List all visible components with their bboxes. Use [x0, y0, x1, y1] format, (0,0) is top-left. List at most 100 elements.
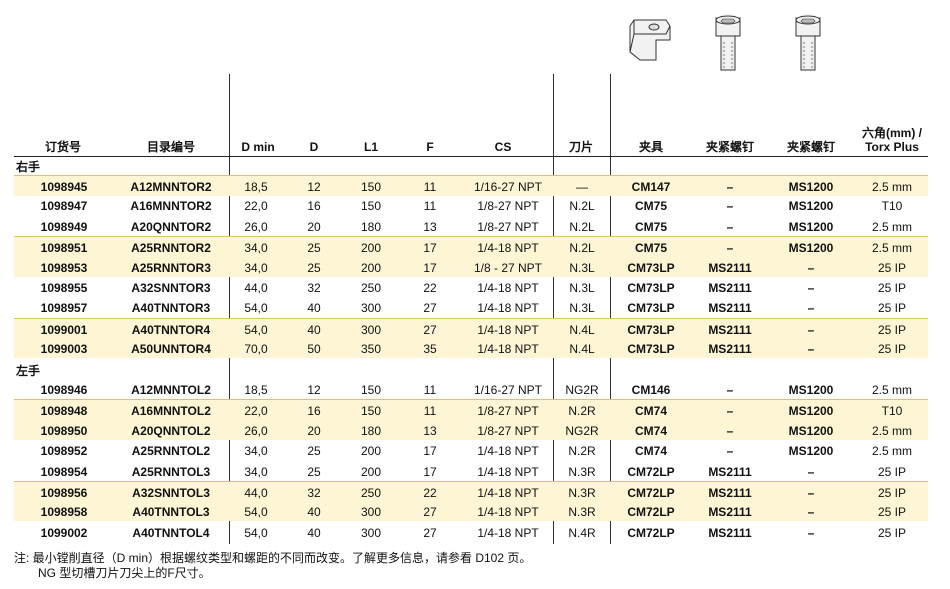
cell-dmin: 26,0: [244, 219, 268, 234]
cell-hex-torx: 2.5 mm: [871, 241, 912, 256]
cell-dmin: 34,0: [244, 444, 268, 459]
cell-insert: N.3L: [569, 281, 595, 295]
cell-clamp: CM73LP: [627, 322, 675, 337]
cell-clamp: CM75: [634, 199, 667, 214]
cell-f: 22: [423, 281, 437, 295]
cell-d: 16: [307, 404, 321, 419]
table-row: 1098947 A16MNNTOR2 22,0 16 150 11 1/8-27 NPT N.…: [14, 195, 928, 215]
cell-f: 27: [423, 301, 437, 316]
footnote-line-2: NG 型切槽刀片刀尖上的F尺寸。: [38, 566, 211, 580]
cell-clamp: CM72LP: [627, 525, 675, 540]
cell-clamp-screw: MS2111: [708, 464, 752, 479]
cell-cs: 1/4-18 NPT: [477, 301, 539, 316]
cell-order-no: 1098951: [40, 241, 88, 256]
cell-d: 12: [307, 383, 321, 397]
cell-clamp-screw: –: [726, 241, 734, 256]
cell-cs: 1/8-27 NPT: [477, 404, 539, 419]
cell-l1: 300: [360, 322, 382, 337]
table-row: 1098951 A25RNNTOR2 34,0 25 200 17 1/4-18 NPT N.…: [14, 236, 928, 258]
cell-clamp-screw-2: –: [807, 464, 815, 479]
cell-dmin: 54,0: [244, 505, 268, 520]
clamp-screw-icon: [795, 15, 821, 71]
cell-l1: 200: [360, 260, 382, 275]
cell-clamp-screw: MS2111: [708, 486, 752, 500]
cell-catalog-no: A25RNNTOR2: [131, 241, 211, 256]
cell-insert: NG2R: [565, 423, 599, 438]
header-l1: L1: [363, 140, 378, 154]
cell-cs: 1/4-18 NPT: [477, 444, 539, 459]
cell-hex-torx: 25 IP: [877, 260, 907, 275]
cell-clamp: CM72LP: [627, 486, 675, 500]
cell-catalog-no: A40TNNTOL4: [132, 525, 210, 540]
cell-l1: 200: [360, 241, 382, 256]
table-row: 1098958 A40TNNTOL3 54,0 40 300 27 1/4-18 NPT N.…: [14, 501, 928, 522]
header-order-no: 订货号: [44, 140, 81, 154]
cell-hex-torx: 2.5 mm: [871, 219, 912, 234]
cell-l1: 180: [360, 219, 382, 234]
cell-clamp-screw-2: MS1200: [788, 404, 834, 419]
cell-clamp-screw-2: MS1200: [788, 383, 834, 397]
cell-clamp-screw-2: –: [807, 322, 815, 337]
cell-order-no: 1098947: [40, 199, 88, 214]
cell-dmin: 34,0: [244, 260, 268, 275]
cell-order-no: 1098946: [40, 383, 88, 397]
cell-clamp-screw-2: –: [807, 281, 815, 295]
cell-insert: N.2L: [569, 241, 595, 256]
cell-hex-torx: 25 IP: [877, 322, 907, 337]
cell-d: 12: [307, 180, 321, 194]
table-row: 1098955 A32SNNTOR3 44,0 32 250 22 1/4-18 NPT N.…: [14, 277, 928, 297]
cell-clamp: CM147: [631, 180, 671, 194]
cell-l1: 300: [360, 301, 382, 316]
cell-hex-torx: 2.5 mm: [871, 180, 912, 194]
cell-clamp: CM73LP: [627, 281, 675, 295]
cell-cs: 1/8-27 NPT: [477, 219, 539, 234]
cell-hex-torx: 25 IP: [877, 301, 907, 316]
cell-insert: —: [576, 180, 588, 194]
cell-d: 25: [307, 260, 321, 275]
cell-dmin: 70,0: [244, 342, 268, 357]
cell-cs: 1/16-27 NPT: [473, 180, 543, 194]
header-dmin: D min: [241, 140, 275, 154]
cell-l1: 350: [360, 342, 382, 357]
cell-clamp-screw-2: –: [807, 486, 815, 500]
cell-dmin: 18,5: [244, 180, 268, 194]
cell-clamp-screw-2: –: [807, 505, 815, 520]
cell-d: 40: [307, 301, 321, 316]
cell-d: 40: [307, 505, 321, 520]
cell-d: 16: [307, 199, 321, 214]
table-row: 1098956 A32SNNTOL3 44,0 32 250 22 1/4-18 NPT N.…: [14, 481, 928, 502]
cell-clamp: CM74: [634, 423, 667, 438]
clamp-screw-icon: [715, 15, 741, 71]
cell-d: 40: [307, 525, 321, 540]
cell-insert: N.3R: [568, 464, 596, 479]
cell-clamp-screw-2: –: [807, 342, 815, 357]
cell-clamp-screw-2: MS1200: [788, 180, 834, 194]
cell-cs: 1/8-27 NPT: [477, 423, 539, 438]
header-cs: CS: [494, 140, 512, 154]
cell-dmin: 54,0: [244, 301, 268, 316]
cell-f: 22: [423, 486, 437, 500]
cell-clamp-screw-2: –: [807, 260, 815, 275]
cell-clamp-screw-2: MS1200: [788, 219, 834, 234]
table-row: 1098945 A12MNNTOR2 18,5 12 150 11 1/16-27 NPT —…: [14, 175, 928, 196]
cell-l1: 150: [360, 404, 382, 419]
cell-clamp: CM74: [634, 444, 667, 459]
cell-hex-torx: 25 IP: [877, 464, 907, 479]
cell-f: 27: [423, 505, 437, 520]
cell-order-no: 1098957: [40, 301, 88, 316]
table-row: 1099001 A40TNNTOR4 54,0 40 300 27 1/4-18 NPT N.…: [14, 317, 928, 339]
cell-clamp-screw: MS2111: [708, 505, 752, 520]
cell-l1: 250: [360, 486, 382, 500]
cell-clamp-screw-2: –: [807, 301, 815, 316]
table-row: 1098946 A12MNNTOL2 18,5 12 150 11 1/16-27 NPT N…: [14, 379, 928, 399]
cell-f: 11: [423, 383, 437, 397]
cell-order-no: 1098945: [40, 180, 88, 194]
header-hex-line1: 六角(mm) /: [861, 126, 922, 140]
cell-l1: 150: [360, 180, 382, 194]
cell-f: 11: [423, 404, 437, 419]
cell-d: 25: [307, 444, 321, 459]
cell-catalog-no: A16MNNTOL2: [131, 404, 211, 419]
header-clamp: 夹具: [638, 140, 663, 154]
cell-cs: 1/4-18 NPT: [477, 486, 539, 500]
header-rule: [14, 156, 928, 157]
